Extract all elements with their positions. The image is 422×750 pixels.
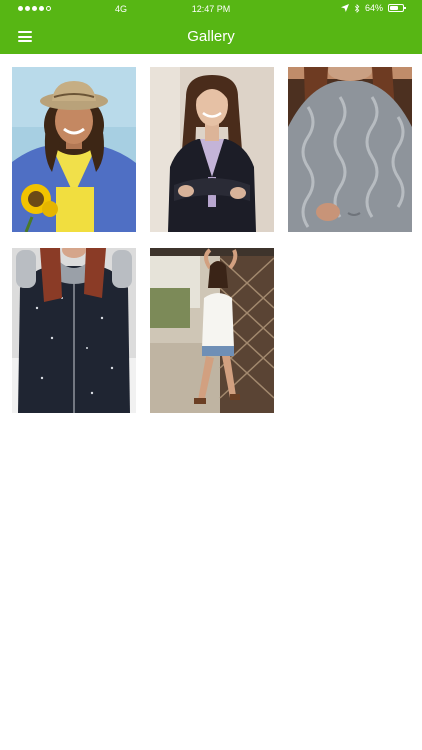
bluetooth-icon bbox=[354, 3, 360, 13]
photo-white-top-fence[interactable] bbox=[150, 248, 274, 413]
battery-percent: 64% bbox=[364, 3, 383, 13]
location-arrow-icon bbox=[340, 4, 349, 12]
battery-icon bbox=[388, 4, 406, 12]
navigation-bar: Gallery bbox=[0, 18, 422, 54]
page-title: Gallery bbox=[187, 28, 235, 45]
photo-winter-coat[interactable] bbox=[12, 248, 136, 413]
photo-knit-sweater[interactable] bbox=[288, 67, 412, 232]
status-right-group: 64% bbox=[340, 3, 406, 13]
photo-black-blazer[interactable] bbox=[150, 67, 274, 232]
status-bar: 4G 12:47 PM 64% bbox=[0, 0, 422, 18]
gallery-screen: 4G 12:47 PM 64% Gallery bbox=[0, 0, 422, 750]
photo-cowboy-hat-sunflower[interactable] bbox=[12, 67, 136, 232]
